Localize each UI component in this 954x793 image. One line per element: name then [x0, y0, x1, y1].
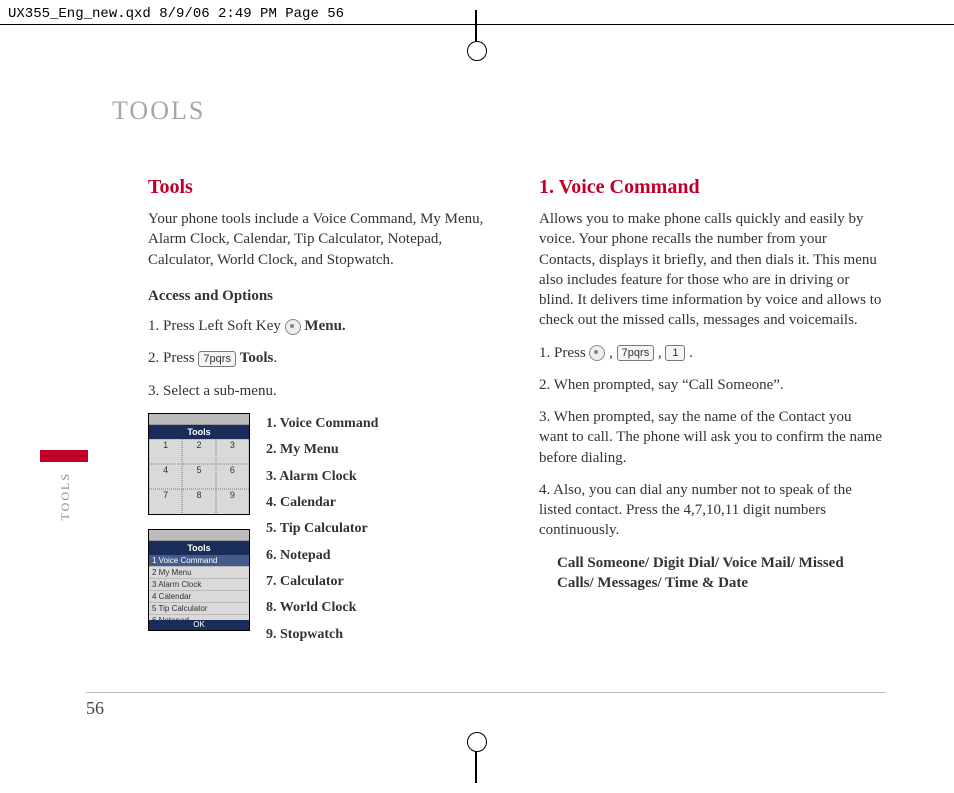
vc-step-3: 3. When prompted, say the name of the Co…	[539, 407, 882, 468]
key-7pqrs-icon: 7pqrs	[617, 345, 655, 361]
right-column: 1. Voice Command Allows you to make phon…	[539, 176, 882, 646]
vc-step1-a: 1. Press	[539, 345, 589, 361]
screen1-title: Tools	[149, 425, 249, 439]
screen2-item: 5 Tip Calculator	[149, 603, 249, 615]
sub-menu-list: 1. Voice Command 2. My Menu 3. Alarm Clo…	[266, 413, 378, 647]
vc-step-4: 4. Also, you can dial any number not to …	[539, 480, 882, 541]
phone-screen-icons: Tools 123 456 789	[148, 413, 250, 515]
screen2-item: 3 Alarm Clock	[149, 579, 249, 591]
left-column: Tools Your phone tools include a Voice C…	[148, 176, 491, 646]
side-red-block	[40, 450, 88, 462]
access-step-1: 1. Press Left Soft Key Menu.	[148, 316, 491, 336]
page-number: 56	[86, 698, 104, 719]
vc-step-1: 1. Press , 7pqrs , 1 .	[539, 343, 882, 363]
sub-menu-item: 2. My Menu	[266, 439, 378, 461]
crop-header: UX355_Eng_new.qxd 8/9/06 2:49 PM Page 56	[8, 6, 344, 22]
screen2-items: 1 Voice Command 2 My Menu 3 Alarm Clock …	[149, 555, 249, 627]
crop-mark-bottom	[475, 741, 477, 783]
screen2-title: Tools	[149, 541, 249, 555]
vc-step-2: 2. When prompted, say “Call Someone”.	[539, 375, 882, 395]
sub-menu-item: 1. Voice Command	[266, 413, 378, 435]
voice-command-intro: Allows you to make phone calls quickly a…	[539, 209, 882, 331]
screen2-item: 4 Calendar	[149, 591, 249, 603]
access-step-3: 3. Select a sub-menu.	[148, 381, 491, 401]
sub-menu-item: 4. Calendar	[266, 492, 378, 514]
sub-menu-item: 5. Tip Calculator	[266, 518, 378, 540]
step2-tools-label: Tools	[240, 350, 274, 366]
vc-commands: Call Someone/ Digit Dial/ Voice Mail/ Mi…	[557, 553, 882, 594]
key-7pqrs-icon: 7pqrs	[198, 351, 236, 367]
page-title: TOOLS	[112, 96, 882, 126]
sub-menu-item: 8. World Clock	[266, 597, 378, 619]
step1-text-b: Menu.	[304, 318, 345, 334]
step2-text-a: 2. Press	[148, 350, 198, 366]
sub-menu-item: 6. Notepad	[266, 545, 378, 567]
sub-menu-item: 7. Calculator	[266, 571, 378, 593]
access-step-2: 2. Press 7pqrs Tools.	[148, 348, 491, 368]
soft-key-icon	[589, 345, 605, 361]
access-heading: Access and Options	[148, 286, 491, 306]
key-1-icon: 1	[665, 345, 685, 361]
crop-rule	[0, 24, 954, 25]
phone-screenshots: Tools 123 456 789 Tools 1 Voice Command …	[148, 413, 250, 631]
left-soft-key-icon	[285, 319, 301, 335]
screen2-item: 2 My Menu	[149, 567, 249, 579]
tools-heading: Tools	[148, 176, 491, 199]
voice-command-heading: 1. Voice Command	[539, 176, 882, 199]
phone-screen-list: Tools 1 Voice Command 2 My Menu 3 Alarm …	[148, 529, 250, 631]
side-tab-label: TOOLS	[58, 472, 73, 520]
crop-mark-top	[475, 10, 477, 52]
tools-intro: Your phone tools include a Voice Command…	[148, 209, 491, 270]
step1-text-a: 1. Press Left Soft Key	[148, 318, 285, 334]
side-tab: TOOLS	[40, 450, 88, 520]
sub-menu-item: 3. Alarm Clock	[266, 466, 378, 488]
footer-rule	[86, 692, 886, 693]
screen2-item: 1 Voice Command	[149, 555, 249, 567]
vc-step1-b: .	[689, 345, 693, 361]
step2-period: .	[273, 350, 277, 366]
sub-menu-item: 9. Stopwatch	[266, 624, 378, 646]
